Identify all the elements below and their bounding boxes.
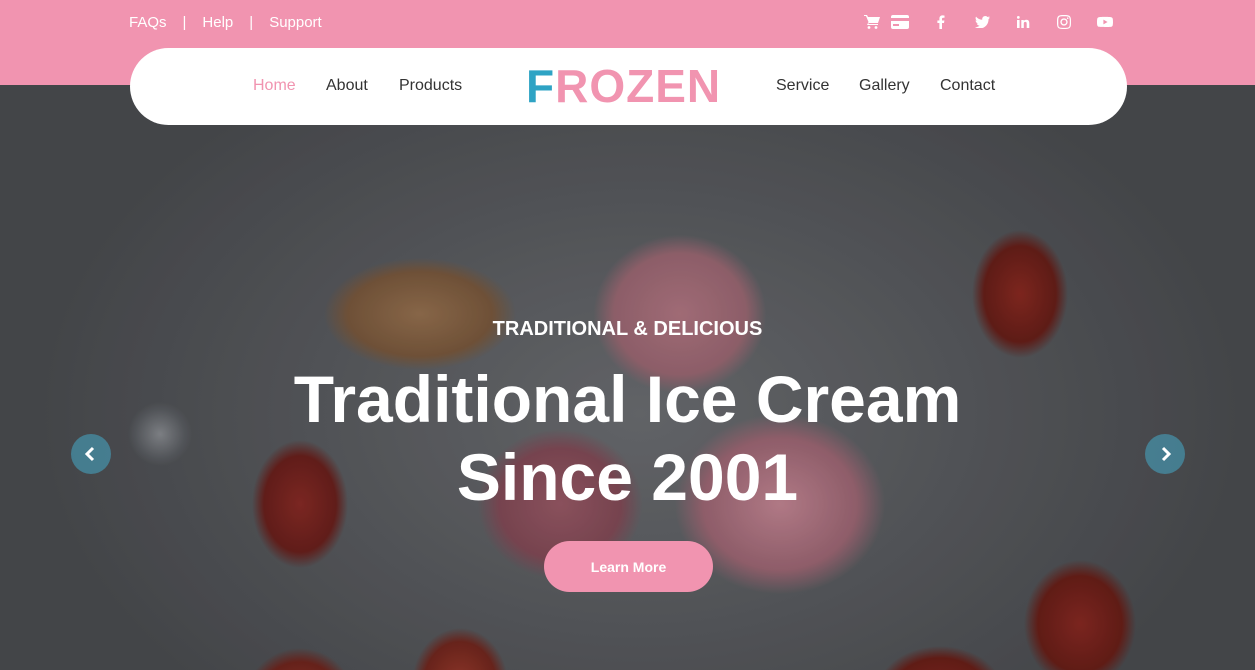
hero-subtitle: TRADITIONAL & DELICIOUS — [492, 318, 763, 340]
logo-rest: ROZEN — [555, 60, 722, 112]
chevron-right-icon — [1161, 446, 1172, 462]
social-icons — [841, 12, 1115, 32]
logo-first-letter: F — [526, 60, 556, 112]
top-links: FAQs | Help | Support — [129, 12, 322, 32]
cart-icon[interactable] — [862, 12, 882, 32]
youtube-icon[interactable] — [1095, 12, 1115, 32]
credit-card-icon[interactable] — [890, 12, 910, 32]
separator: | — [182, 13, 187, 31]
twitter-icon[interactable] — [972, 12, 992, 32]
nav-about[interactable]: About — [326, 76, 368, 96]
support-link[interactable]: Support — [269, 14, 322, 31]
nav-home[interactable]: Home — [253, 76, 296, 96]
carousel-next-button[interactable] — [1145, 434, 1185, 474]
separator: | — [249, 13, 254, 31]
main-navbar: Home About Products FROZEN Service Galle… — [130, 48, 1127, 125]
linkedin-icon[interactable] — [1013, 12, 1033, 32]
nav-gallery[interactable]: Gallery — [859, 76, 910, 96]
hero-title-line1: Traditional Ice Cream — [293, 362, 962, 436]
nav-products[interactable]: Products — [399, 76, 462, 96]
nav-contact[interactable]: Contact — [940, 76, 995, 96]
learn-more-button[interactable]: Learn More — [544, 541, 713, 592]
hero-title: Traditional Ice Cream Since 2001 — [0, 360, 1255, 516]
logo[interactable]: FROZEN — [526, 62, 721, 110]
carousel-prev-button[interactable] — [71, 434, 111, 474]
nav-service[interactable]: Service — [776, 76, 829, 96]
faqs-link[interactable]: FAQs — [129, 14, 167, 31]
facebook-icon[interactable] — [931, 12, 951, 32]
hero-title-line2: Since 2001 — [456, 440, 799, 514]
help-link[interactable]: Help — [202, 14, 233, 31]
chevron-left-icon — [84, 446, 95, 462]
instagram-icon[interactable] — [1054, 12, 1074, 32]
